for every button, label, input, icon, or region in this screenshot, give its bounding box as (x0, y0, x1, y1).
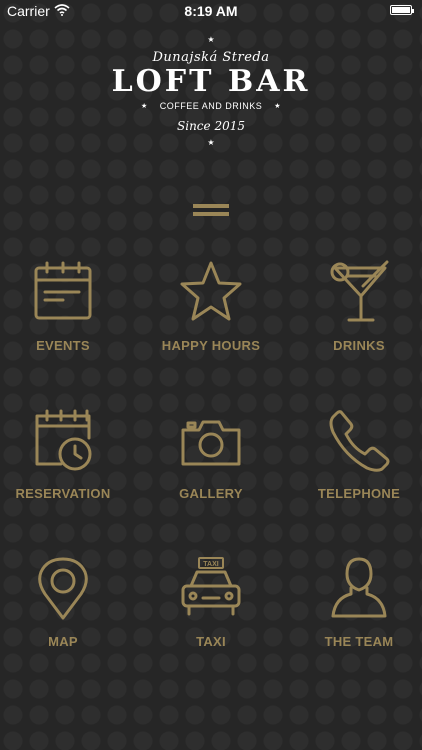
logo-since: Since 2015 (177, 119, 245, 133)
menu-line (193, 204, 229, 208)
gallery-button[interactable]: GALLERY (141, 408, 281, 528)
taxi-icon: TAXI (181, 557, 241, 616)
camera-icon (181, 420, 241, 466)
telephone-label: TELEPHONE (317, 486, 401, 501)
events-label: EVENTS (36, 338, 90, 353)
taxi-sign-text: TAXI (203, 561, 218, 568)
calendar-clock-icon (35, 409, 92, 471)
drinks-button[interactable]: DRINKS (289, 260, 422, 380)
gallery-label: GALLERY (179, 486, 243, 501)
cocktail-icon (330, 260, 389, 322)
logo-name: LOFT BAR (111, 64, 311, 99)
map-pin-icon (38, 557, 88, 620)
star-ornament-icon: ★ (207, 138, 215, 147)
telephone-button[interactable]: TELEPHONE (289, 408, 422, 528)
the-team-label: THE TEAM (324, 634, 394, 649)
menu-toggle-button[interactable] (193, 202, 229, 218)
map-button[interactable]: MAP (0, 556, 133, 676)
phone-icon (329, 410, 390, 472)
star-ornament-icon: ★ (140, 103, 148, 110)
drinks-label: DRINKS (333, 338, 385, 353)
star-ornament-icon: ★ (207, 35, 215, 44)
taxi-button[interactable]: TAXI TAXI (141, 556, 281, 676)
the-team-button[interactable]: THE TEAM (289, 556, 422, 676)
status-bar: Carrier 8:19 AM (0, 0, 422, 22)
reservation-button[interactable]: RESERVATION (0, 408, 133, 528)
calendar-icon (34, 261, 92, 320)
menu-line (193, 212, 229, 216)
map-label: MAP (48, 634, 78, 649)
events-button[interactable]: EVENTS (0, 260, 133, 380)
star-icon (180, 261, 242, 321)
logo-tagline-row: ★ COFFEE AND DRINKS ★ (0, 101, 422, 111)
battery-icon (390, 5, 414, 15)
reservation-label: RESERVATION (15, 486, 111, 501)
star-ornament-icon: ★ (274, 103, 282, 110)
happy-hours-label: HAPPY HOURS (161, 338, 261, 353)
taxi-label: TAXI (196, 634, 226, 649)
loft-bar-logo: ★ Dunajská Streda LOFT BAR ★ COFFEE AND D… (0, 36, 422, 147)
logo-city: Dunajská Streda (152, 50, 270, 65)
happy-hours-button[interactable]: HAPPY HOURS (141, 260, 281, 380)
logo-tagline: COFFEE AND DRINKS (159, 101, 263, 111)
person-icon (331, 557, 387, 618)
status-time: 8:19 AM (184, 3, 238, 19)
